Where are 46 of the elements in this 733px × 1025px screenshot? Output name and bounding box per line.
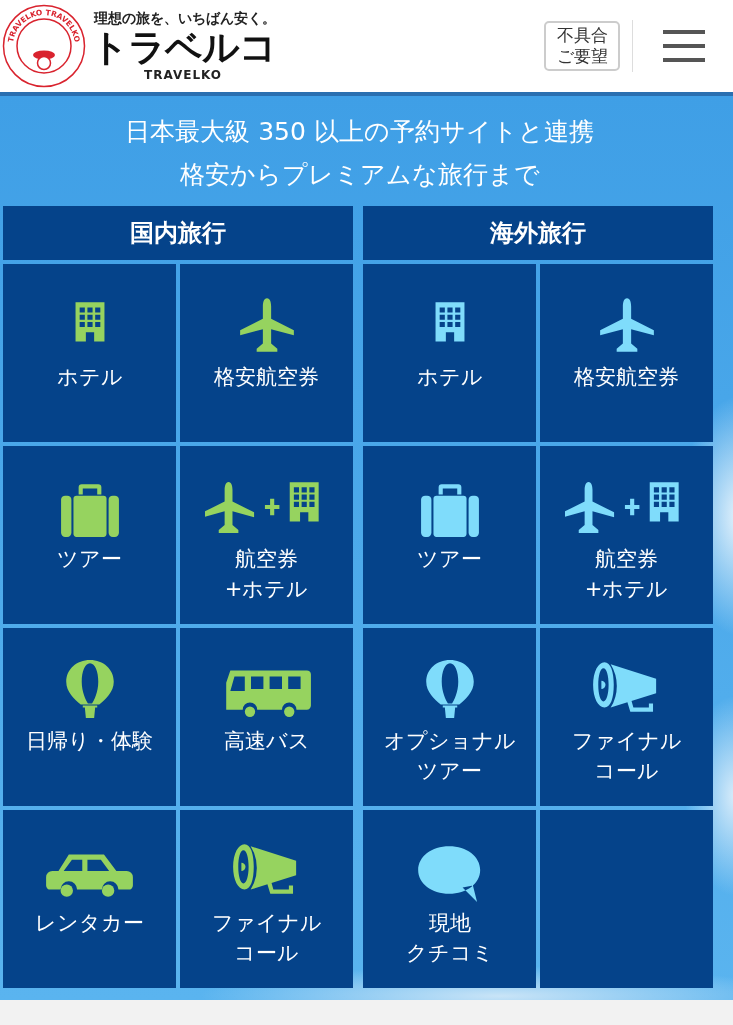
category-tile[interactable]: ファイナル コール — [540, 628, 713, 806]
tile-label: レンタカー — [35, 910, 144, 937]
tile-label: ファイナル — [571, 728, 682, 755]
tile-label: +ホテル — [224, 576, 309, 603]
tile-label: 格安航空券 — [574, 364, 679, 391]
section-header: 国内旅行 — [3, 206, 353, 260]
tile-label: ツアー — [417, 546, 482, 573]
tile-label: 日帰り・体験 — [26, 728, 153, 755]
category-tile[interactable]: レンタカー — [3, 810, 176, 988]
tile-label: コール — [594, 758, 659, 785]
category-tile[interactable]: ホテル — [363, 264, 536, 442]
feedback-button[interactable]: 不具合ご要望 — [544, 21, 620, 71]
tile-label: ツアー — [417, 758, 482, 785]
tile-label: ホテル — [56, 364, 123, 391]
category-tile[interactable]: オプショナル ツアー — [363, 628, 536, 806]
tile-label: +ホテル — [584, 576, 669, 603]
tile-label: オプショナル — [383, 728, 516, 755]
tile-label: ホテル — [416, 364, 483, 391]
tile-label: ファイナル — [211, 910, 322, 937]
headline-text: 格安からプレミアムな旅行まで — [179, 159, 540, 191]
category-tile[interactable]: 現地 クチコミ — [363, 810, 536, 988]
category-tile[interactable]: ツアー — [363, 446, 536, 624]
category-tile[interactable]: 格安航空券 — [180, 264, 353, 442]
category-tile[interactable]: ホテル — [3, 264, 176, 442]
category-tile[interactable]: 航空券 +ホテル — [180, 446, 353, 624]
tile-label: コール — [234, 940, 299, 967]
tile-label: 航空券 — [235, 546, 298, 573]
category-tile[interactable]: 高速バス — [180, 628, 353, 806]
menu-icon[interactable] — [663, 30, 705, 62]
tile-label: 現地 — [428, 910, 471, 937]
logo-name: トラベルコ — [90, 28, 276, 68]
tile-label: クチコミ — [405, 940, 494, 967]
logo-romaji: TRAVELKO — [144, 68, 222, 82]
category-tile[interactable]: 航空券 +ホテル — [540, 446, 713, 624]
mascot-figure-drawing — [33, 50, 55, 71]
category-tile[interactable]: ファイナル コール — [180, 810, 353, 988]
headline-text: 日本最大級 350 以上の予約サイトと連携 — [125, 116, 594, 148]
tile-label: ツアー — [57, 546, 122, 573]
logo-tagline: 理想の旅を、いちばん安く。 — [94, 10, 276, 28]
category-tile[interactable]: 日帰り・体験 — [3, 628, 176, 806]
category-tile[interactable]: 格安航空券 — [540, 264, 713, 442]
section-header: 海外旅行 — [363, 206, 713, 260]
tile-label: 航空券 — [595, 546, 658, 573]
tile-label: 高速バス — [223, 728, 310, 755]
category-tile[interactable]: ツアー — [3, 446, 176, 624]
tile-label: 格安航空券 — [214, 364, 319, 391]
